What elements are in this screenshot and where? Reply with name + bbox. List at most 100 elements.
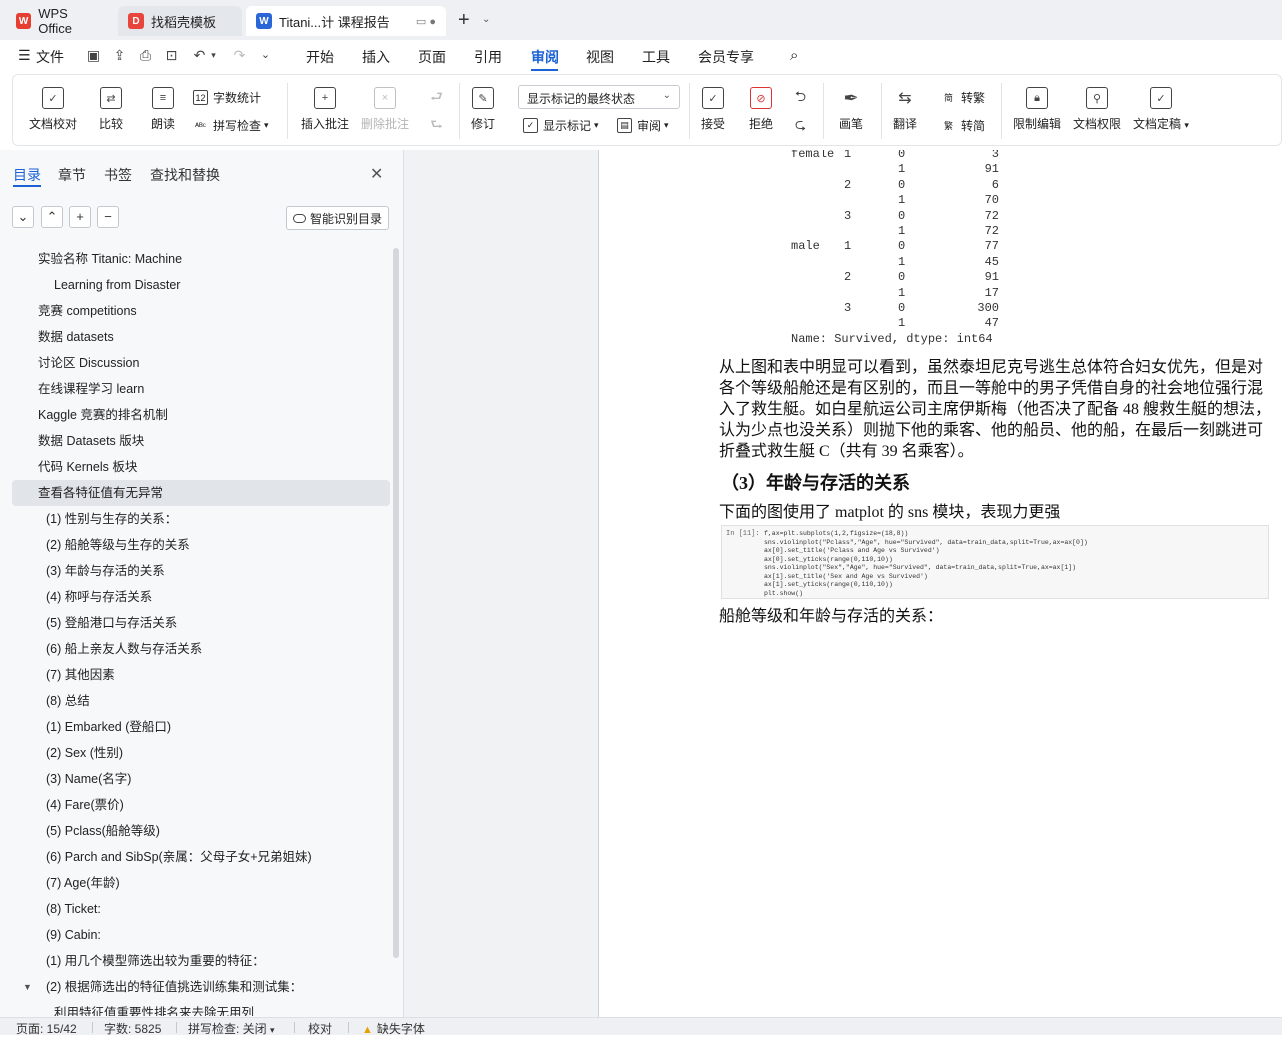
menu-start[interactable]: 开始 <box>306 47 334 67</box>
toc-item[interactable]: 查看各特征值有无异常 <box>12 480 390 506</box>
toc-item[interactable]: (5) Pclass(船舱等级) <box>12 818 390 844</box>
collapse-chevron-down-icon[interactable]: ⌄ <box>12 206 34 228</box>
toc-item[interactable]: Kaggle 竞赛的排名机制 <box>12 402 390 428</box>
toc-item[interactable]: (1) 性别与生存的关系： <box>12 506 390 532</box>
search-icon[interactable]: ⌕ <box>790 47 798 64</box>
toc-item[interactable]: (2) Sex (性别) <box>12 740 390 766</box>
add-heading-icon[interactable]: + <box>69 206 91 228</box>
sidebar-scrollbar[interactable] <box>393 248 399 958</box>
undo-icon[interactable]: ↶ <box>192 48 207 63</box>
close-icon[interactable]: ✕ <box>370 164 383 184</box>
toc-item[interactable]: 数据 Datasets 版块 <box>12 428 390 454</box>
word-count-button[interactable]: 12 字数统计 <box>193 89 261 106</box>
pen-button[interactable]: ✒ 画笔 <box>839 87 863 132</box>
toc-item[interactable]: (7) Age(年龄) <box>12 870 390 896</box>
chevron-down-icon[interactable]: ▾ <box>206 48 221 63</box>
to-traditional-button[interactable]: 简 转繁 <box>941 89 985 106</box>
menu-file[interactable]: 文件 <box>36 47 64 67</box>
toc-item[interactable]: 利用特征值重要性排名来去除无用列 <box>12 1000 390 1016</box>
toc-item[interactable]: 数据 datasets <box>12 324 390 350</box>
menu-insert[interactable]: 插入 <box>362 47 390 67</box>
tab-toc[interactable]: 目录 <box>13 165 41 185</box>
doc-permission-button[interactable]: ⚲ 文档权限 <box>1073 87 1121 132</box>
tab-chapters[interactable]: 章节 <box>58 165 86 185</box>
save-icon[interactable]: ▣ <box>86 48 101 63</box>
expand-arrow-icon[interactable]: ▼ <box>23 974 32 1000</box>
insert-comment-button[interactable]: + 插入批注 <box>301 87 349 132</box>
print-icon[interactable]: ⎙ <box>138 48 153 63</box>
toc-item[interactable]: (7) 其他因素 <box>12 662 390 688</box>
next-change-icon[interactable]: ⮎ <box>793 117 808 132</box>
toc-item[interactable]: (3) Name(名字) <box>12 766 390 792</box>
toc-item[interactable]: (2) 船舱等级与生存的关系 <box>12 532 390 558</box>
remove-heading-icon[interactable]: − <box>97 206 119 228</box>
spell-check-button[interactable]: ᴬᴮᶜ 拼写检查 ▾ <box>193 117 269 134</box>
tab-document[interactable]: W Titani...计 课程报告 ▭ ● <box>246 6 446 36</box>
toc-item[interactable]: (1) Embarked (登船口) <box>12 714 390 740</box>
next-comment-icon[interactable]: ⮑ <box>429 117 444 132</box>
tab-wps-office[interactable]: W WPS Office <box>6 6 112 36</box>
ribbon-divider <box>459 83 460 139</box>
toc-item[interactable]: 竞赛 competitions <box>12 298 390 324</box>
toc-item[interactable]: (6) Parch and SibSp(亲属：父母子女+兄弟姐妹) <box>12 844 390 870</box>
toc-item[interactable]: (6) 船上亲友人数与存活关系 <box>12 636 390 662</box>
show-markup-button[interactable]: ✓ 显示标记 ▾ <box>523 117 599 134</box>
markup-state-select[interactable]: 显示标记的最终状态 ⌄ <box>518 85 680 109</box>
toc-item[interactable]: (4) 称呼与存活关系 <box>12 584 390 610</box>
toc-item[interactable]: (4) Fare(票价) <box>12 792 390 818</box>
restrict-edit-button[interactable]: 🔒︎ 限制编辑 <box>1013 87 1061 132</box>
hamburger-icon[interactable]: ☰ <box>18 47 31 64</box>
print-preview-icon[interactable]: ⊡ <box>164 48 179 63</box>
compare-button[interactable]: ⇄ 比较 <box>99 87 123 132</box>
toc-item[interactable]: (8) 总结 <box>12 688 390 714</box>
to-simplified-button[interactable]: 繁 转简 <box>941 117 985 134</box>
read-aloud-button[interactable]: ≡ 朗读 <box>151 87 175 132</box>
track-changes-button[interactable]: ✎ 修订 <box>471 87 495 132</box>
toc-item[interactable]: 代码 Kernels 板块 <box>12 454 390 480</box>
toc-item[interactable]: 讨论区 Discussion <box>12 350 390 376</box>
toc-item[interactable]: 在线课程学习 learn <box>12 376 390 402</box>
page-indicator[interactable]: 页面: 15/42 <box>16 1020 77 1037</box>
toc-item[interactable]: (9) Cabin: <box>12 922 390 948</box>
delete-comment-button[interactable]: × 删除批注 <box>361 87 409 132</box>
review-pane-button[interactable]: ▤ 审阅 ▾ <box>617 117 669 134</box>
document-page[interactable]: female 1 0 3 1 91 2 0 6 1 70 3 0 72 1 72 male 1 0 77 1 45 2 0 91… <box>598 150 1282 1017</box>
expand-chevron-up-icon[interactable]: ⌃ <box>41 206 63 228</box>
tab-status-icons[interactable]: ▭ ● <box>416 15 436 28</box>
doc-finalize-button[interactable]: ✓ 文档定稿 ▾ <box>1133 87 1189 132</box>
missing-font-indicator[interactable]: ▲ 缺失字体 <box>362 1020 425 1037</box>
tab-bookmarks[interactable]: 书签 <box>104 165 132 185</box>
chevron-down-icon[interactable]: ⌄ <box>482 14 490 25</box>
previous-change-icon[interactable]: ⮌ <box>793 89 808 104</box>
toc-item[interactable]: 实验名称 Titanic: Machine <box>12 246 390 272</box>
menu-review[interactable]: 审阅 <box>531 47 559 67</box>
toc-item[interactable]: Learning from Disaster <box>12 272 390 298</box>
menu-reference[interactable]: 引用 <box>474 47 502 67</box>
menu-member[interactable]: 会员专享 <box>698 47 754 67</box>
smart-toc-button[interactable]: 智能识别目录 <box>286 206 389 230</box>
new-tab-plus-icon[interactable]: + <box>458 10 470 30</box>
proofread-indicator[interactable]: 校对 <box>308 1020 332 1037</box>
translate-button[interactable]: ⇆ 翻译 <box>893 87 917 132</box>
menu-tools[interactable]: 工具 <box>642 47 670 67</box>
previous-comment-icon[interactable]: ⮐ <box>429 89 444 104</box>
menu-view[interactable]: 视图 <box>586 47 614 67</box>
reject-button[interactable]: ⊘ 拒绝 <box>749 87 773 132</box>
word-count-indicator[interactable]: 字数: 5825 <box>104 1020 161 1037</box>
toc-item[interactable]: (3) 年龄与存活的关系 <box>12 558 390 584</box>
code-lines: f,ax=plt.subplots(1,2,figsize=(18,8)) sns… <box>764 530 1088 598</box>
share-icon[interactable]: ⇪ <box>112 48 127 63</box>
table-cell-survived: 0 <box>898 208 906 223</box>
toc-item[interactable]: (8) Ticket: <box>12 896 390 922</box>
toc-item[interactable]: (5) 登船港口与存活关系 <box>12 610 390 636</box>
proofread-button[interactable]: ✓ 文档校对 <box>29 87 77 132</box>
redo-icon[interactable]: ↷ <box>232 48 247 63</box>
more-chevron-icon[interactable]: ⌄ <box>258 48 273 63</box>
tab-find-replace[interactable]: 查找和替换 <box>150 165 220 185</box>
tab-docer-templates[interactable]: D 找稻壳模板 <box>118 6 242 36</box>
toc-item[interactable]: (1) 用几个模型筛选出较为重要的特征： <box>12 948 390 974</box>
spell-check-indicator[interactable]: 拼写检查: 关闭 ▾ <box>188 1020 275 1037</box>
menu-page[interactable]: 页面 <box>418 47 446 67</box>
accept-button[interactable]: ✓ 接受 <box>701 87 725 132</box>
toc-item[interactable]: ▼ (2) 根据筛选出的特征值挑选训练集和测试集： <box>12 974 390 1000</box>
